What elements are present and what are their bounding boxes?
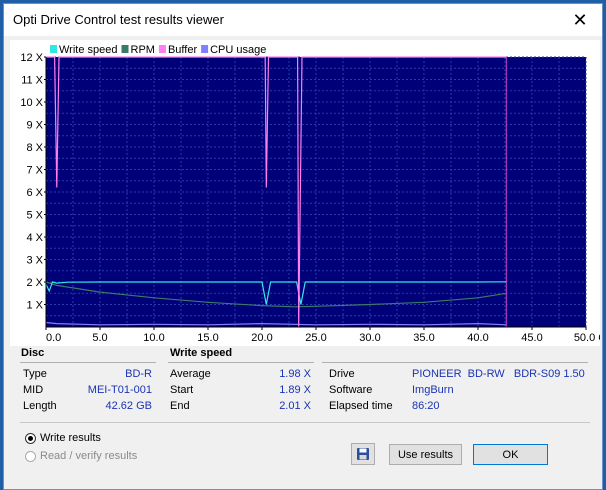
- software-value: ImgBurn: [412, 384, 454, 396]
- y-tick-label: 1 X: [26, 300, 43, 312]
- window-title: Opti Drive Control test results viewer: [13, 12, 224, 27]
- write-results-radio[interactable]: Write results: [25, 432, 101, 444]
- end-speed-label: End: [170, 400, 190, 412]
- write-speed-heading: Write speed: [170, 347, 233, 359]
- legend-label: CPU usage: [210, 44, 266, 56]
- disc-length-label: Length: [23, 400, 57, 412]
- disc-type-label: Type: [23, 368, 47, 380]
- x-tick-label: 0.0: [46, 332, 61, 344]
- close-button[interactable]: ✕: [558, 4, 602, 36]
- y-tick-label: 12 X: [20, 52, 43, 64]
- bottom-separator: [20, 422, 590, 423]
- y-tick-label: 3 X: [26, 255, 43, 267]
- ok-button[interactable]: OK: [473, 444, 548, 465]
- x-tick-label: 45.0: [521, 332, 542, 344]
- disc-type-value: BD-R: [125, 368, 152, 380]
- chart-svg: 1 X 2 X 3 X 4 X 5 X 6 X 7 X 8 X 9 X 10 X 11 X 12 X 0…: [20, 44, 600, 344]
- legend-label: RPM: [131, 44, 155, 56]
- radio-selected-icon: [25, 432, 36, 444]
- legend-swatch: [121, 45, 129, 53]
- x-tick-label: 50.0 GB: [574, 332, 600, 344]
- save-button[interactable]: [351, 443, 375, 465]
- results-viewer-window: Opti Drive Control test results viewer ✕…: [3, 3, 603, 490]
- legend-label: Write speed: [59, 44, 118, 56]
- drive-label: Drive: [329, 368, 355, 380]
- use-results-button[interactable]: Use results: [389, 444, 462, 465]
- write-speed-chart: 1 X 2 X 3 X 4 X 5 X 6 X 7 X 8 X 9 X 10 X 11 X 12 X 0…: [10, 40, 600, 346]
- x-tick-label: 30.0: [359, 332, 380, 344]
- radio-unselected-icon: [25, 450, 36, 462]
- legend-swatch: [50, 45, 57, 53]
- x-tick-label: 10.0: [143, 332, 164, 344]
- x-tick-label: 5.0: [92, 332, 107, 344]
- disc-mid-label: MID: [23, 384, 44, 396]
- average-speed-value: 1.98 X: [279, 368, 311, 380]
- elapsed-time-label: Elapsed time: [329, 400, 393, 412]
- close-icon: ✕: [572, 9, 588, 30]
- disc-separator: [20, 362, 156, 363]
- x-tick-label: 35.0: [413, 332, 434, 344]
- disc-mid-value: MEI-T01-001: [87, 384, 152, 396]
- y-tick-label: 9 X: [26, 120, 43, 132]
- disc-length-value: 42.62 GB: [105, 400, 152, 412]
- save-icon: [357, 448, 369, 460]
- x-tick-label: 15.0: [197, 332, 218, 344]
- disc-heading: Disc: [21, 347, 45, 359]
- y-tick-label: 5 X: [26, 210, 43, 222]
- x-tick-label: 40.0: [467, 332, 488, 344]
- drive-value: PIONEER BD-RW BDR-S09 1.50: [412, 368, 585, 380]
- write-speed-separator: [168, 362, 314, 363]
- legend-swatch: [158, 45, 166, 53]
- y-tick-label: 2 X: [26, 277, 43, 289]
- x-tick-label: 20.0: [251, 332, 272, 344]
- x-tick-label: 25.0: [305, 332, 326, 344]
- end-speed-value: 2.01 X: [279, 400, 311, 412]
- y-tick-label: 8 X: [26, 142, 43, 154]
- legend-swatch: [201, 45, 209, 53]
- title-bar: Opti Drive Control test results viewer ✕: [4, 4, 602, 36]
- y-tick-label: 4 X: [26, 232, 43, 244]
- legend-label: Buffer: [168, 44, 197, 56]
- elapsed-time-value: 86:20: [412, 400, 440, 412]
- read-verify-results-label: Read / verify results: [40, 450, 138, 462]
- y-tick-label: 7 X: [26, 165, 43, 177]
- write-results-label: Write results: [40, 432, 101, 444]
- start-speed-value: 1.89 X: [279, 384, 311, 396]
- start-speed-label: Start: [170, 384, 194, 396]
- y-tick-label: 6 X: [26, 187, 43, 199]
- software-label: Software: [329, 384, 373, 396]
- drive-separator: [322, 362, 588, 363]
- y-tick-label: 11 X: [21, 75, 43, 87]
- average-speed-label: Average: [170, 368, 211, 380]
- read-verify-results-radio[interactable]: Read / verify results: [25, 450, 137, 462]
- y-tick-label: 10 X: [20, 97, 43, 109]
